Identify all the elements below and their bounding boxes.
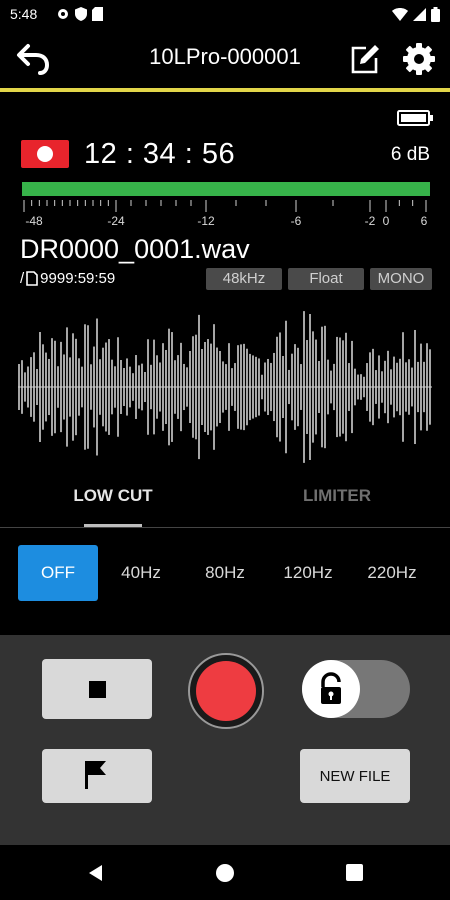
record-button[interactable]	[188, 653, 264, 729]
signal-icon	[413, 8, 426, 21]
record-icon	[196, 661, 256, 721]
input-level-value: 6 dB	[390, 144, 430, 165]
unlocked-padlock-icon	[321, 672, 341, 704]
file-name: DR0000_0001.wav	[20, 234, 250, 264]
waveform-display	[18, 311, 432, 463]
stop-icon	[89, 681, 106, 698]
transport-controls: NEW FILE	[0, 635, 450, 845]
low-cut-option-120hz[interactable]: 120Hz	[268, 545, 348, 601]
recording-indicator	[21, 140, 69, 168]
edit-icon	[351, 45, 379, 74]
status-bar: 5:48	[0, 0, 450, 30]
meter-tick-label: 6	[420, 214, 428, 228]
mark-button[interactable]	[42, 749, 152, 803]
battery-indicator	[397, 110, 433, 126]
shield-icon	[75, 7, 87, 21]
meter-tick-label: -2	[364, 214, 376, 228]
top-bar: 10LPro-000001	[0, 30, 450, 88]
battery-icon	[397, 110, 433, 126]
header-accent-line	[0, 88, 450, 92]
tab-divider	[0, 527, 450, 528]
sample-rate-badge: 48kHz	[206, 268, 282, 290]
flag-icon	[85, 761, 106, 789]
remaining-time: / 9999:59:59	[20, 270, 115, 287]
battery-status-icon	[431, 7, 440, 22]
settings-button[interactable]	[402, 42, 436, 76]
status-icons-left	[56, 7, 103, 21]
device-title: 10LPro-000001	[149, 44, 301, 69]
gear-small-icon	[58, 9, 68, 19]
bit-depth-badge: Float	[288, 268, 364, 290]
system-nav-bar	[0, 845, 450, 900]
remaining-prefix: /	[20, 270, 25, 287]
recording-time: 12 : 34 : 56	[84, 138, 236, 170]
nav-home-icon[interactable]	[216, 864, 234, 882]
status-icons-right	[392, 7, 440, 22]
edit-button[interactable]	[348, 42, 382, 76]
new-file-button[interactable]: NEW FILE	[300, 749, 410, 803]
level-meter-ticks	[23, 200, 427, 212]
file-icon	[26, 271, 38, 286]
nav-recents-icon[interactable]	[346, 864, 363, 881]
status-time: 5:48	[10, 6, 38, 22]
remaining-time-value: 9999:59:59	[40, 270, 116, 287]
tab-limiter[interactable]: LIMITER	[282, 486, 392, 506]
tab-low-cut[interactable]: LOW CUT	[58, 486, 168, 506]
low-cut-option-220hz[interactable]: 220Hz	[352, 545, 432, 601]
meter-tick-label: -6	[290, 214, 302, 228]
low-cut-option-off[interactable]: OFF	[18, 545, 98, 601]
level-meter-bar	[22, 182, 430, 196]
low-cut-option-80hz[interactable]: 80Hz	[185, 545, 265, 601]
meter-tick-label: -48	[25, 214, 43, 228]
channel-mode-badge: MONO	[370, 268, 432, 290]
low-cut-option-40hz[interactable]: 40Hz	[101, 545, 181, 601]
gear-icon	[403, 43, 435, 75]
wifi-icon	[392, 8, 408, 21]
lock-toggle[interactable]	[302, 660, 410, 718]
sd-card-icon	[92, 7, 103, 21]
stop-button[interactable]	[42, 659, 152, 719]
nav-back-icon[interactable]	[86, 863, 106, 883]
lock-toggle-knob[interactable]	[302, 660, 360, 718]
meter-tick-label: 0	[382, 214, 390, 228]
meter-tick-label: -24	[107, 214, 125, 228]
meter-tick-label: -12	[197, 214, 215, 228]
